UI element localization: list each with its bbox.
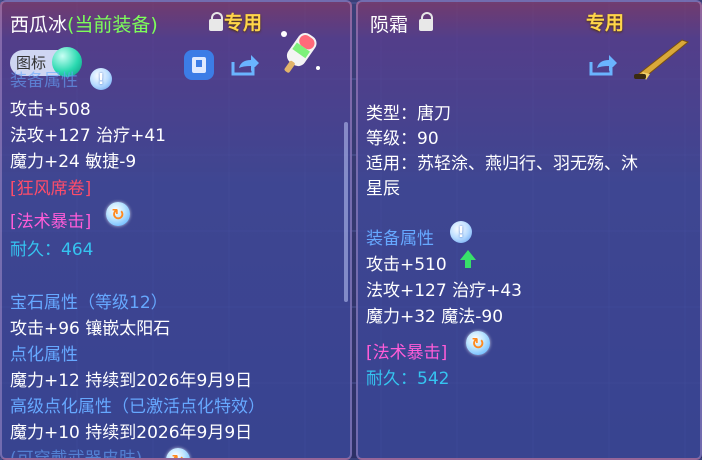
durability-stat: 耐久：464 xyxy=(10,240,94,260)
left-scrollbar[interactable] xyxy=(344,122,348,302)
usable-classes-line-2: 星辰 xyxy=(366,179,400,199)
compare-equipment-panel: 陨霜 专用 类型：唐刀 等级：90 适用：苏轻涂、燕归行、羽无殇、沐 星辰 装备… xyxy=(356,0,702,460)
equipment-attributes-title: 装备属性 xyxy=(366,229,434,249)
equipment-attributes-title-cut: 装备属性 xyxy=(10,71,78,91)
bookmark-icon xyxy=(192,57,206,73)
left-item-title: 西瓜冰(当前装备) xyxy=(10,10,158,37)
share-button[interactable] xyxy=(588,50,618,80)
magic-heal-stat: 法攻+127 治疗+41 xyxy=(10,126,166,146)
info-icon[interactable]: ! xyxy=(450,221,472,243)
refine-attributes-title: 点化属性 xyxy=(10,345,78,365)
current-equipped-tag: (当前装备) xyxy=(67,14,158,36)
exclusive-label: 专用 xyxy=(586,12,625,34)
special-effect-crit: [法术暴击] xyxy=(10,212,92,232)
share-button[interactable] xyxy=(230,50,260,80)
usable-classes-line: 适用：苏轻涂、燕归行、羽无殇、沐 xyxy=(366,154,638,174)
lock-icon[interactable] xyxy=(418,12,433,32)
refine-stat: 魔力+12 持续到2026年9月9日 xyxy=(10,371,253,391)
right-item-title: 陨霜 xyxy=(370,14,409,36)
attack-stat: 攻击+510 xyxy=(366,255,447,275)
special-effect-crit: [法术暴击] xyxy=(366,343,448,363)
attack-stat: 攻击+508 xyxy=(10,100,91,120)
mana-magic-stat: 魔力+32 魔法-90 xyxy=(366,307,504,327)
up-arrow-stem xyxy=(465,260,471,268)
advanced-refine-stat: 魔力+10 持续到2026年9月9日 xyxy=(10,423,253,443)
swirl-icon-bottom[interactable]: ↻ xyxy=(166,448,190,458)
up-arrow-icon xyxy=(460,250,476,260)
tang-sword-weapon-icon xyxy=(632,34,694,82)
gem-stat: 攻击+96 镶嵌太阳石 xyxy=(10,319,171,339)
exclusive-label: 专用 xyxy=(224,12,263,34)
swirl-icon[interactable]: ↻ xyxy=(106,202,130,226)
current-equipment-panel: 西瓜冰(当前装备) 专用 图标 装备属性 ! 攻击+508 法攻+127 治疗+… xyxy=(0,0,352,460)
magic-heal-stat: 法攻+127 治疗+43 xyxy=(366,281,522,301)
mana-agility-stat: 魔力+24 敏捷-9 xyxy=(10,152,137,172)
info-icon[interactable]: ! xyxy=(90,68,112,90)
share-icon xyxy=(231,55,259,76)
level-line: 等级：90 xyxy=(366,129,439,149)
swirl-icon[interactable]: ↻ xyxy=(466,331,490,355)
share-icon xyxy=(589,55,617,76)
lock-icon[interactable] xyxy=(208,12,223,32)
weapon-skin-note-cut: (可穿戴武器皮肤) xyxy=(10,449,143,460)
gem-attributes-title: 宝石属性（等级12） xyxy=(10,293,168,313)
bookmark-button[interactable] xyxy=(184,50,214,80)
advanced-refine-title: 高级点化属性（已激活点化特效） xyxy=(10,397,265,417)
left-item-name: 西瓜冰 xyxy=(10,14,68,36)
type-line: 类型：唐刀 xyxy=(366,104,451,124)
popsicle-weapon-icon xyxy=(272,24,328,80)
durability-stat: 耐久：542 xyxy=(366,369,450,389)
special-effect-red: [狂风席卷] xyxy=(10,179,92,199)
